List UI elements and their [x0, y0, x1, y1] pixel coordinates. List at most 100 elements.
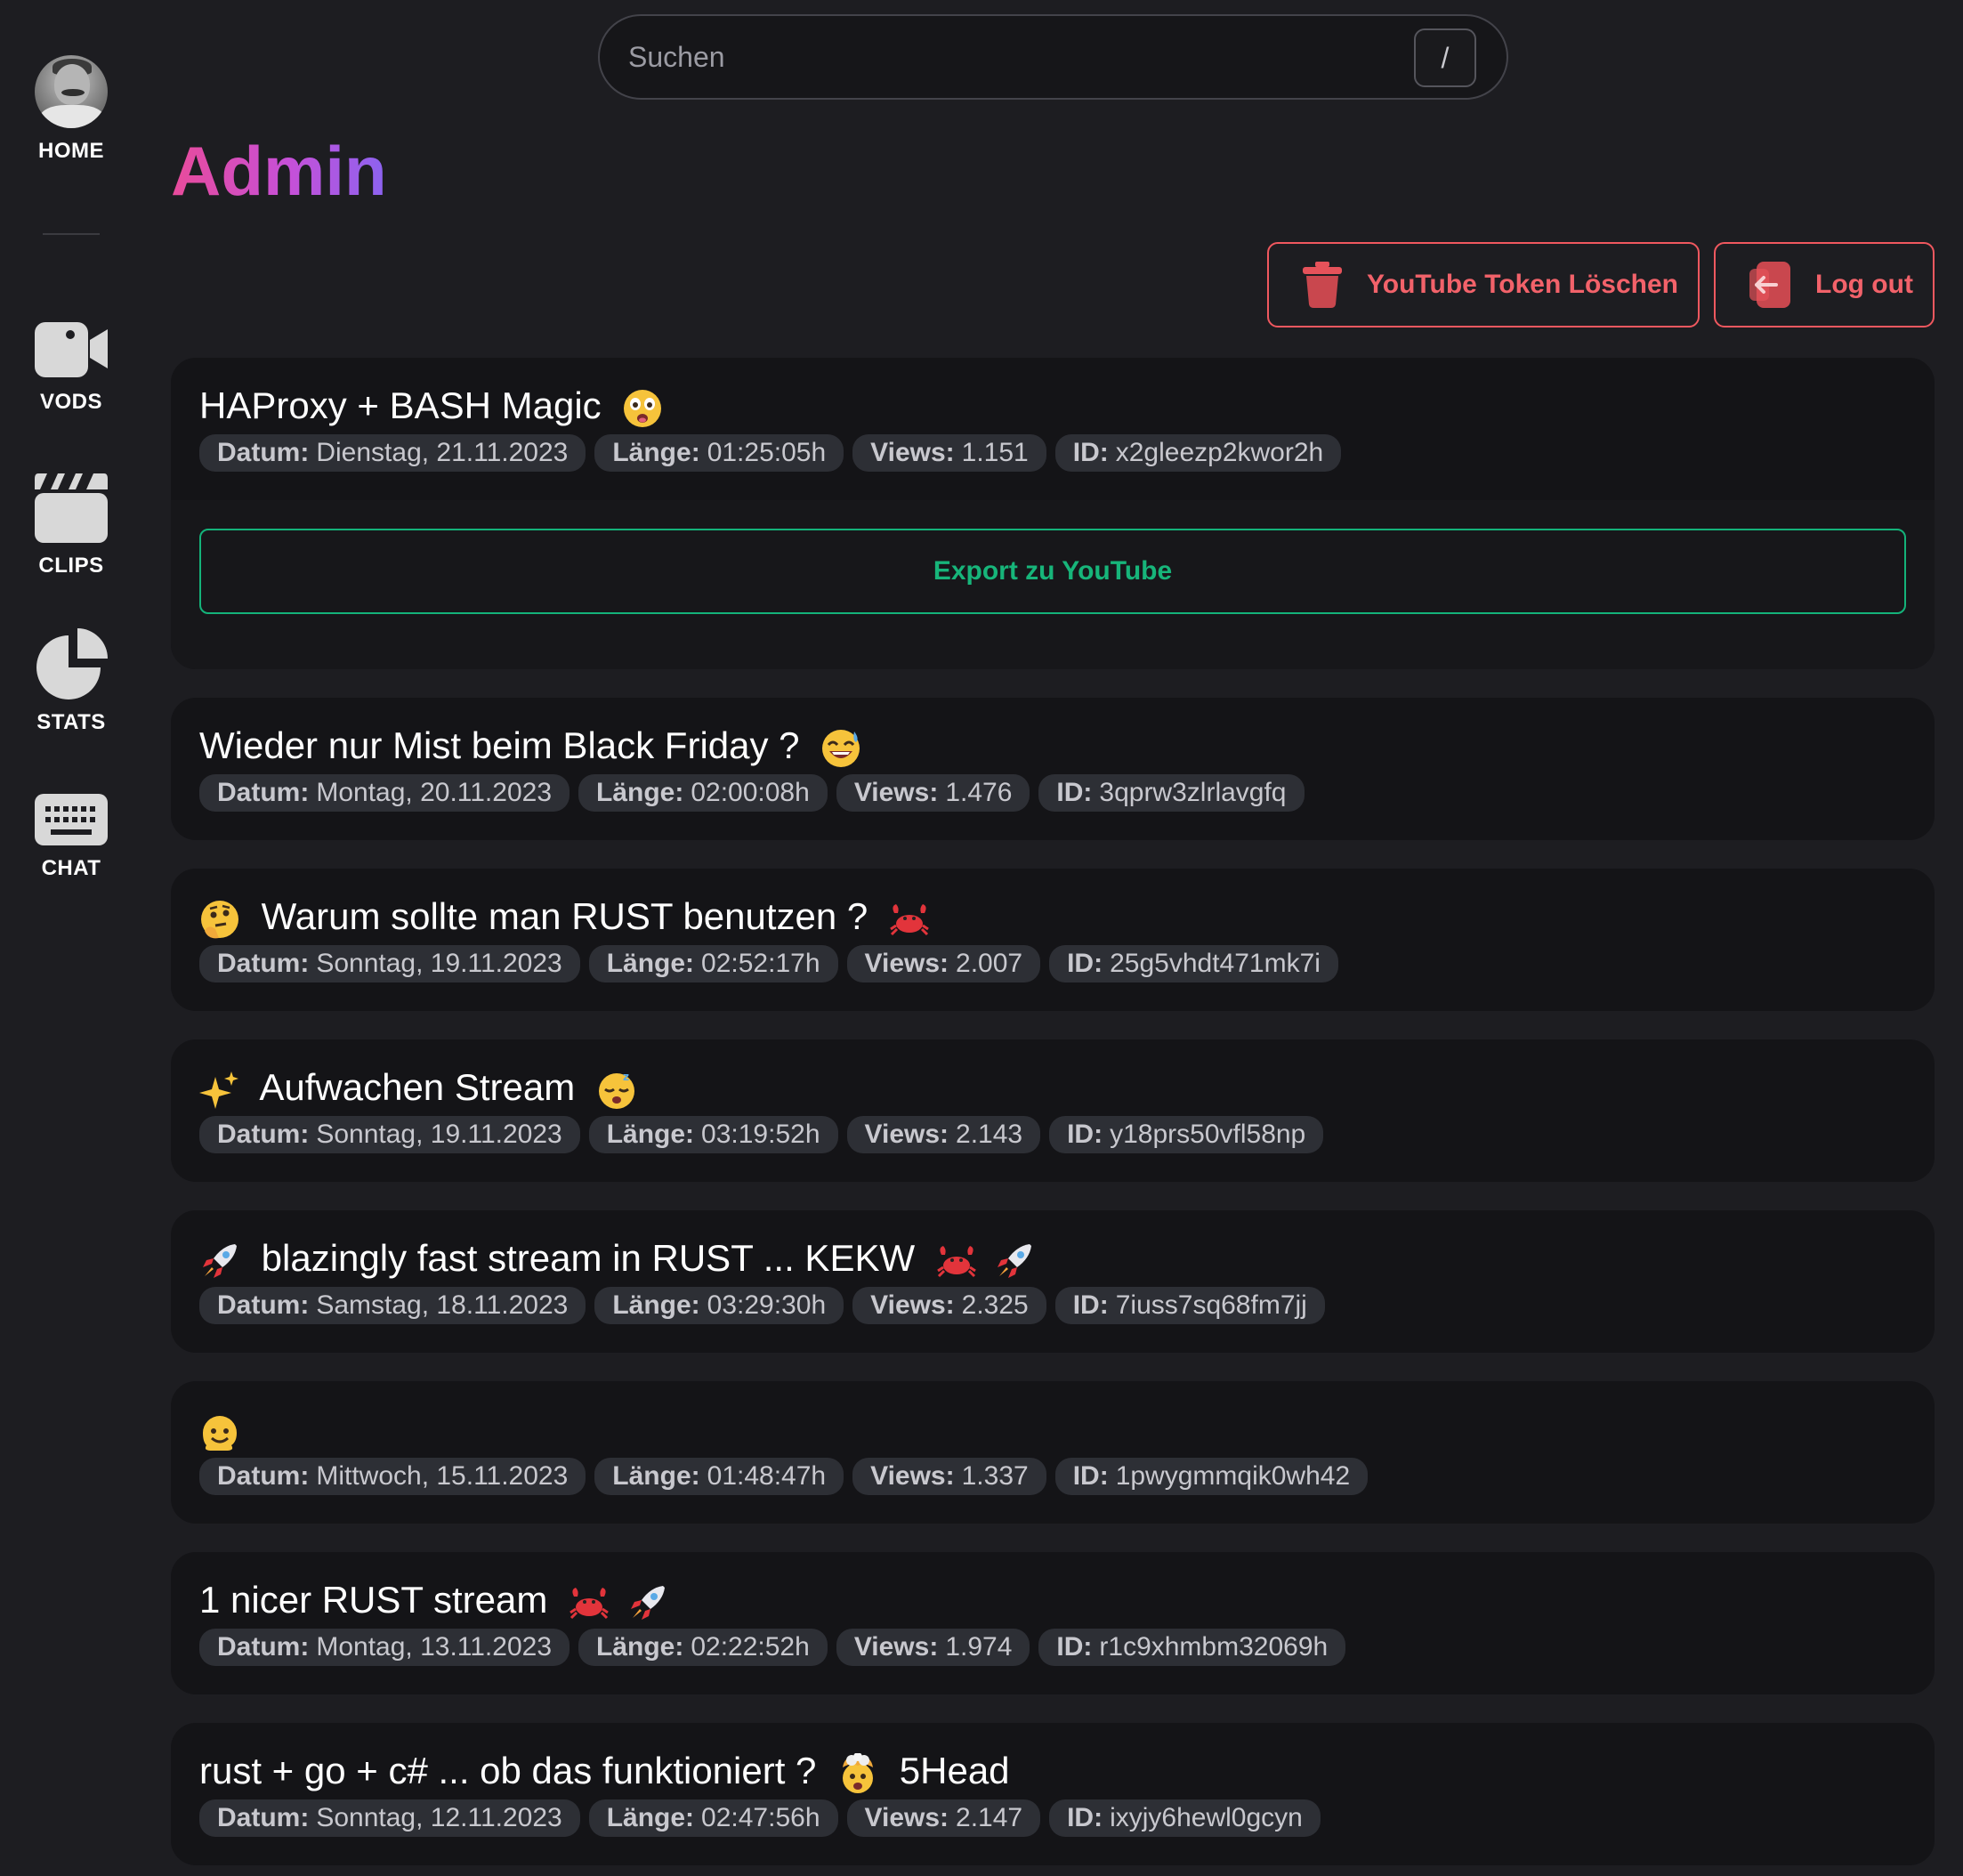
astonished-face-emoji [624, 389, 662, 427]
vod-meta: Datum: Sonntag, 19.11.2023 Länge: 02:52:17… [199, 945, 1338, 982]
vod-title: Aufwachen Stream [259, 1066, 576, 1108]
crab-emoji [936, 1245, 976, 1277]
vod-card[interactable]: Wieder nur Mist beim Black Friday ? Datu… [171, 698, 1935, 840]
vod-meta: Datum: Mittwoch, 15.11.2023 Länge: 01:48:4… [199, 1458, 1369, 1495]
crab-emoji [890, 903, 929, 935]
export-panel: Export zu YouTube [171, 500, 1935, 669]
vod-card[interactable]: Aufwachen Stream z Datum: Sonntag, 19.11.… [171, 1039, 1935, 1182]
vod-title-row: rust + go + c# ... ob das funktioniert ?… [199, 1750, 1010, 1794]
sparkles-emoji [199, 1071, 238, 1109]
vod-title-row: 1 nicer RUST stream [199, 1579, 668, 1623]
sidebar-item-label: VODS [39, 390, 102, 414]
rocket-emoji [203, 1243, 237, 1278]
clapperboard-icon [35, 473, 108, 543]
exploding-head-emoji [843, 1752, 874, 1793]
trash-icon [1303, 262, 1342, 308]
vod-id-pill: ID: y18prs50vfl58np [1049, 1116, 1324, 1153]
melting-face-emoji [203, 1415, 237, 1451]
sidebar-item-label: STATS [36, 710, 106, 734]
vod-views-pill: Views: 2.325 [852, 1287, 1046, 1324]
delete-youtube-token-button[interactable]: YouTube Token Löschen [1267, 242, 1700, 327]
vod-title: 1 nicer RUST stream [199, 1579, 548, 1621]
vod-title-row [199, 1408, 240, 1452]
sidebar: HOME VODS CLIPS STATS CHAT [0, 0, 142, 1876]
sidebar-item-stats[interactable]: STATS [0, 628, 142, 735]
vod-title-suffix: 5Head [899, 1750, 1010, 1791]
vod-id-pill: ID: 25g5vhdt471mk7i [1049, 945, 1338, 982]
vod-title: Warum sollte man RUST benutzen ? [261, 895, 868, 937]
sidebar-item-label: CHAT [41, 856, 101, 880]
sidebar-item-label: HOME [38, 139, 104, 163]
vod-meta: Datum: Montag, 20.11.2023 Länge: 02:00:08h… [199, 774, 1305, 812]
vod-id-pill: ID: x2gleezp2kwor2h [1054, 434, 1342, 472]
vod-meta: Datum: Dienstag, 21.11.2023 Länge: 01:25:0… [199, 434, 1342, 472]
vod-card[interactable]: 1 nicer RUST stream Datum: Montag, 13.11.… [171, 1552, 1935, 1694]
vod-date-pill: Datum: Samstag, 18.11.2023 [199, 1287, 586, 1324]
vod-meta: Datum: Montag, 13.11.2023 Länge: 02:22:52h… [199, 1629, 1346, 1666]
logout-button[interactable]: Log out [1714, 242, 1935, 327]
pie-chart-icon [36, 628, 108, 699]
sidebar-item-label: CLIPS [38, 554, 104, 578]
export-to-youtube-button[interactable]: Export zu YouTube [199, 529, 1906, 614]
vod-length-pill: Länge: 01:25:05h [594, 434, 844, 472]
vod-date-pill: Datum: Sonntag, 19.11.2023 [199, 1116, 580, 1153]
vod-length-pill: Länge: 03:29:30h [594, 1287, 844, 1324]
vod-length-pill: Länge: 02:00:08h [578, 774, 828, 812]
vod-title: rust + go + c# ... ob das funktioniert ? [199, 1750, 817, 1791]
vod-meta: Datum: Sonntag, 19.11.2023 Länge: 03:19:52… [199, 1116, 1324, 1153]
sweat-smile-face-emoji [822, 729, 860, 767]
delete-youtube-token-label: YouTube Token Löschen [1367, 270, 1679, 299]
vod-title-row: Warum sollte man RUST benutzen ? [199, 895, 930, 940]
sidebar-item-vods[interactable]: VODS [0, 320, 142, 415]
vod-title: blazingly fast stream in RUST ... KEKW [261, 1237, 916, 1279]
vod-date-pill: Datum: Montag, 13.11.2023 [199, 1629, 570, 1666]
search-shortcut-key: / [1414, 28, 1476, 87]
vod-views-pill: Views: 2.007 [846, 945, 1041, 982]
vod-length-pill: Länge: 01:48:47h [594, 1458, 844, 1495]
vod-id-pill: ID: ixyjy6hewl0gcyn [1049, 1799, 1321, 1837]
logout-icon [1749, 262, 1790, 308]
vod-card[interactable]: Warum sollte man RUST benutzen ? Datum: S… [171, 869, 1935, 1011]
vod-length-pill: Länge: 02:22:52h [578, 1629, 828, 1666]
vod-id-pill: ID: 3qprw3zlrlavgfq [1038, 774, 1305, 812]
avatar [35, 55, 108, 128]
page-title: Admin [171, 132, 387, 210]
vod-card[interactable]: Datum: Mittwoch, 15.11.2023 Länge: 01:48:4… [171, 1381, 1935, 1524]
sidebar-item-chat[interactable]: CHAT [0, 794, 142, 881]
vod-date-pill: Datum: Montag, 20.11.2023 [199, 774, 570, 812]
sidebar-item-home[interactable]: HOME [0, 55, 142, 164]
vod-views-pill: Views: 1.337 [852, 1458, 1046, 1495]
vod-title: HAProxy + BASH Magic [199, 384, 602, 426]
vod-id-pill: ID: r1c9xhmbm32069h [1038, 1629, 1346, 1666]
crab-emoji [570, 1587, 609, 1619]
rocket-emoji [998, 1243, 1032, 1278]
vod-length-pill: Länge: 03:19:52h [588, 1116, 838, 1153]
vod-title-row: Wieder nur Mist beim Black Friday ? [199, 724, 861, 769]
sidebar-item-clips[interactable]: CLIPS [0, 472, 142, 578]
search-bar: / [598, 14, 1508, 100]
vod-length-pill: Länge: 02:52:17h [588, 945, 838, 982]
logout-label: Log out [1815, 270, 1913, 299]
vod-title: Wieder nur Mist beim Black Friday ? [199, 724, 800, 766]
vod-meta: Datum: Samstag, 18.11.2023 Länge: 03:29:30… [199, 1287, 1325, 1324]
vod-title-row: blazingly fast stream in RUST ... KEKW [199, 1237, 1035, 1282]
vod-card[interactable]: blazingly fast stream in RUST ... KEKW D… [171, 1210, 1935, 1353]
vod-date-pill: Datum: Dienstag, 21.11.2023 [199, 434, 586, 472]
vod-views-pill: Views: 2.147 [846, 1799, 1041, 1837]
svg-text:z: z [623, 1071, 629, 1083]
vod-date-pill: Datum: Mittwoch, 15.11.2023 [199, 1458, 586, 1495]
video-camera-icon [35, 322, 108, 377]
vod-card[interactable]: HAProxy + BASH Magic Datum: Dienstag, 21.… [171, 358, 1935, 669]
rocket-emoji [630, 1585, 665, 1620]
vod-views-pill: Views: 2.143 [846, 1116, 1041, 1153]
vod-length-pill: Länge: 02:47:56h [588, 1799, 838, 1837]
vod-id-pill: ID: 7iuss7sq68fm7jj [1054, 1287, 1325, 1324]
vod-date-pill: Datum: Sonntag, 19.11.2023 [199, 945, 580, 982]
vod-id-pill: ID: 1pwygmmqik0wh42 [1054, 1458, 1369, 1495]
vod-title-row: HAProxy + BASH Magic [199, 384, 663, 429]
vod-views-pill: Views: 1.476 [836, 774, 1030, 812]
thinking-face-emoji [201, 900, 238, 939]
vod-views-pill: Views: 1.974 [836, 1629, 1030, 1666]
search-input[interactable] [628, 30, 1411, 84]
vod-card[interactable]: rust + go + c# ... ob das funktioniert ?… [171, 1723, 1935, 1865]
